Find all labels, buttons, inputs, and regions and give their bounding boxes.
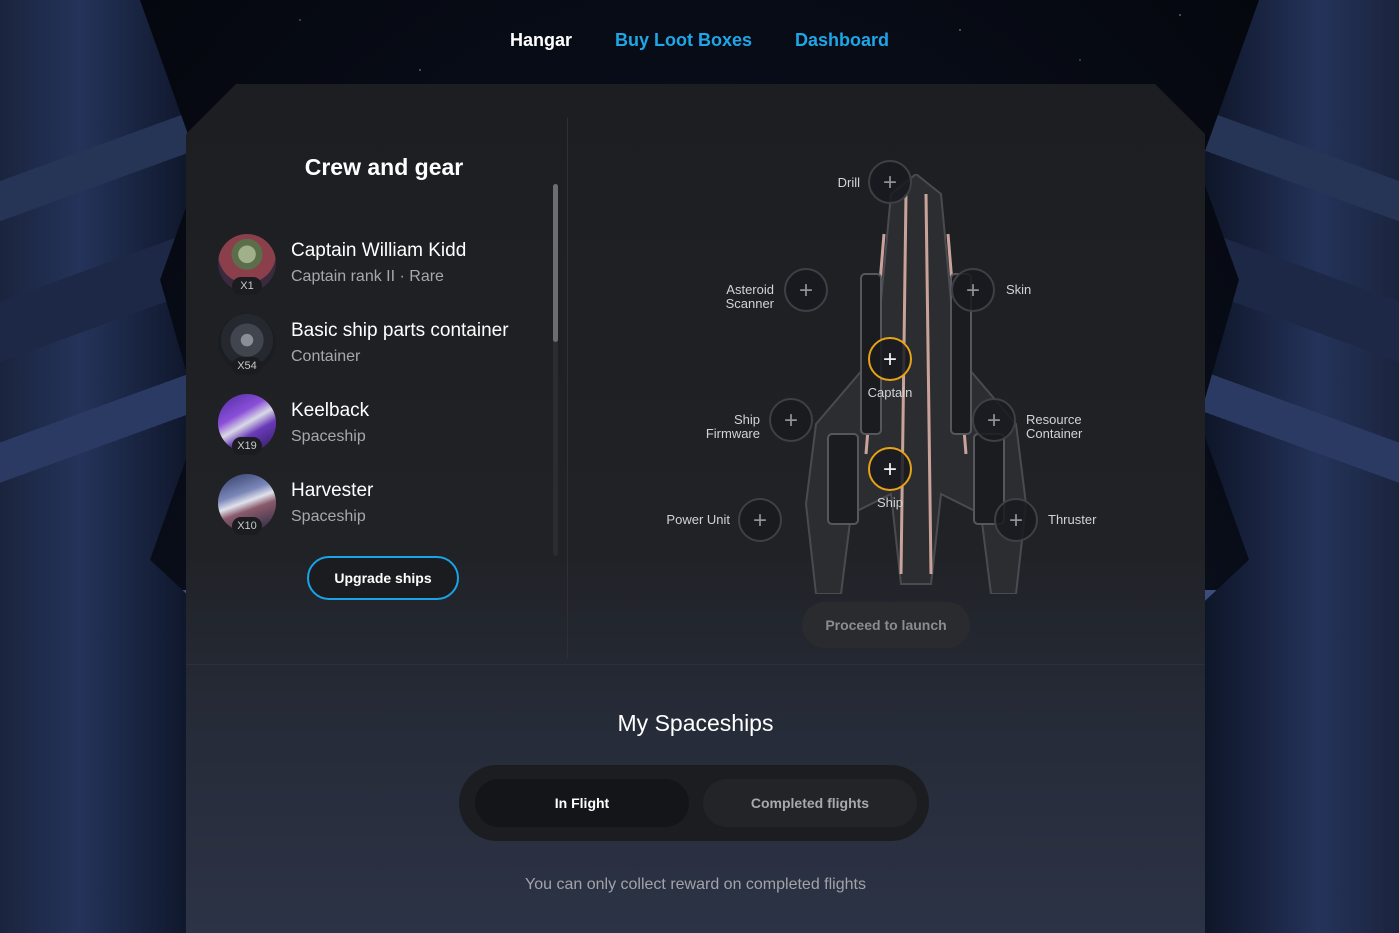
crew-item-subtitle: Spaceship [291, 428, 366, 445]
asteroid-scanner-label: Asteroid Scanner [725, 282, 774, 311]
ship-label: Ship [876, 495, 904, 510]
qty-badge: X54 [232, 357, 262, 375]
crew-item-container[interactable]: X54 Basic ship parts container Container [218, 314, 538, 394]
thruster-label: Thruster [1048, 512, 1097, 527]
nav-hangar[interactable]: Hangar [510, 30, 572, 51]
crew-item-name: Keelback [291, 400, 370, 421]
crew-title: Crew and gear [304, 154, 464, 180]
section-divider [186, 664, 1205, 665]
qty-badge: X1 [232, 277, 262, 295]
crew-item-name: Captain William Kidd [291, 240, 467, 261]
tab-completed-flights[interactable]: Completed flights [703, 779, 917, 827]
crew-item-name: Basic ship parts container [291, 320, 509, 341]
scrollbar-thumb[interactable] [553, 184, 558, 342]
asteroid-scanner-slot[interactable]: + [784, 268, 828, 312]
qty-badge: X10 [232, 517, 262, 535]
ship-firmware-slot[interactable]: + [769, 398, 813, 442]
panel-divider [567, 118, 568, 658]
qty-badge: X19 [232, 437, 262, 455]
keelback-ship-icon: X19 [218, 394, 276, 455]
crew-item-subtitle: Captain rank II · Rare [291, 268, 444, 285]
crew-item-name: Harvester [291, 480, 374, 501]
my-spaceships-title: My Spaceships [617, 710, 774, 736]
container-icon: X54 [218, 314, 276, 375]
upgrade-ships-button[interactable]: Upgrade ships [307, 556, 459, 600]
right-hangar-ship [1199, 0, 1399, 933]
captain-slot[interactable]: + [868, 337, 912, 381]
ship-slot[interactable]: + [868, 447, 912, 491]
resource-container-slot[interactable]: + [972, 398, 1016, 442]
spaceship-tabs: In Flight Completed flights [459, 765, 929, 841]
crew-list[interactable]: X1 Captain William Kidd Captain rank II … [218, 234, 538, 554]
thruster-slot[interactable]: + [994, 498, 1038, 542]
nav-buy-loot-boxes[interactable]: Buy Loot Boxes [615, 30, 752, 51]
resource-container-label: Resource Container [1026, 412, 1083, 441]
skin-slot[interactable]: + [951, 268, 995, 312]
power-unit-slot[interactable]: + [738, 498, 782, 542]
skin-label: Skin [1006, 282, 1032, 297]
hangar-panel: Crew and gear X1 Captain William Kidd Ca… [186, 84, 1205, 933]
collect-reward-info: You can only collect reward on completed… [525, 876, 866, 893]
crew-item-subtitle: Container [291, 348, 361, 365]
top-nav: Hangar Buy Loot Boxes Dashboard [0, 30, 1399, 51]
nav-dashboard[interactable]: Dashboard [795, 30, 889, 51]
proceed-to-launch-button[interactable]: Proceed to launch [802, 602, 970, 648]
crew-item-subtitle: Spaceship [291, 508, 366, 525]
crew-item-harvester[interactable]: X10 Harvester Spaceship [218, 474, 538, 554]
crew-item-captain[interactable]: X1 Captain William Kidd Captain rank II … [218, 234, 538, 314]
tab-in-flight[interactable]: In Flight [475, 779, 689, 827]
harvester-ship-icon: X10 [218, 474, 276, 535]
ship-firmware-label: Ship Firmware [705, 412, 760, 441]
captain-avatar: X1 [218, 234, 276, 295]
captain-label: Captain [867, 385, 913, 400]
left-hangar-ship [0, 0, 200, 933]
drill-slot[interactable]: + [868, 160, 912, 204]
power-unit-label: Power Unit [666, 512, 730, 527]
crew-item-keelback[interactable]: X19 Keelback Spaceship [218, 394, 538, 474]
drill-label: Drill [837, 175, 860, 190]
crew-scrollbar[interactable] [553, 184, 558, 556]
